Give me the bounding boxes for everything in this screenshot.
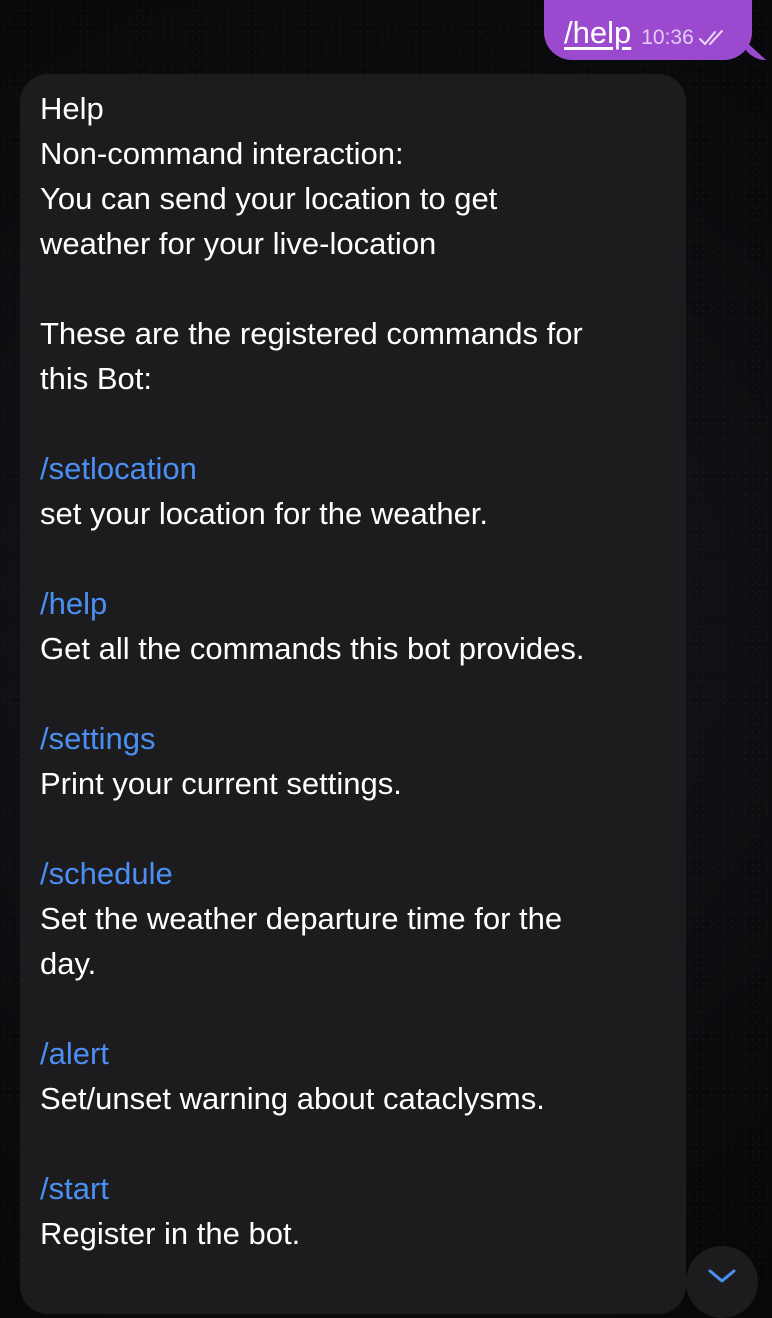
command-list: /setlocation set your location for the we… (40, 446, 666, 1256)
command-link[interactable]: /alert (40, 1031, 666, 1076)
command-entry: /alert Set/unset warning about cataclysms… (40, 1031, 666, 1166)
command-description: Get all the commands this bot provides. (40, 631, 585, 666)
incoming-message-bubble: Help Non-command interaction: You can send… (20, 74, 686, 1314)
message-time: 10:36 (641, 26, 694, 49)
message-line: Non-command interaction: (40, 136, 404, 171)
command-entry: /help Get all the commands this bot provi… (40, 581, 666, 716)
command-entry: /schedule Set the weather departure time … (40, 851, 666, 1031)
double-check-icon (698, 30, 723, 45)
command-description: set your location for the weather. (40, 496, 489, 531)
message-line: These are the registered commands for (40, 316, 583, 351)
command-entry: /settings Print your current settings. (40, 716, 666, 851)
message-meta: 10:36 (641, 26, 728, 50)
command-link[interactable]: /start (40, 1166, 666, 1211)
command-entry: /start Register in the bot. (40, 1166, 666, 1256)
command-description: Print your current settings. (40, 766, 402, 801)
outgoing-message-bubble[interactable]: /help 10:36 (544, 0, 766, 60)
scroll-down-button[interactable] (686, 1246, 758, 1318)
command-description: Set/unset warning about cataclysms. (40, 1081, 545, 1116)
command-link[interactable]: /help (40, 581, 666, 626)
command-link[interactable]: /setlocation (40, 446, 666, 491)
message-line: Help (40, 91, 104, 126)
message-line: this Bot: (40, 361, 152, 396)
message-line (40, 401, 666, 446)
bubble-tail (742, 38, 766, 60)
message-intro: Help Non-command interaction: You can send… (40, 86, 666, 446)
command-link[interactable]: /settings (40, 716, 666, 761)
message-line: You can send your location to get (40, 181, 498, 216)
outgoing-message-text[interactable]: /help (564, 15, 631, 51)
command-description: Register in the bot. (40, 1216, 301, 1251)
command-description: day. (40, 946, 97, 981)
message-line: weather for your live-location (40, 226, 437, 261)
command-link[interactable]: /schedule (40, 851, 666, 896)
command-description: Set the weather departure time for the (40, 901, 563, 936)
message-line (40, 266, 666, 311)
chevron-down-icon (708, 1269, 736, 1283)
command-entry: /setlocation set your location for the we… (40, 446, 666, 581)
